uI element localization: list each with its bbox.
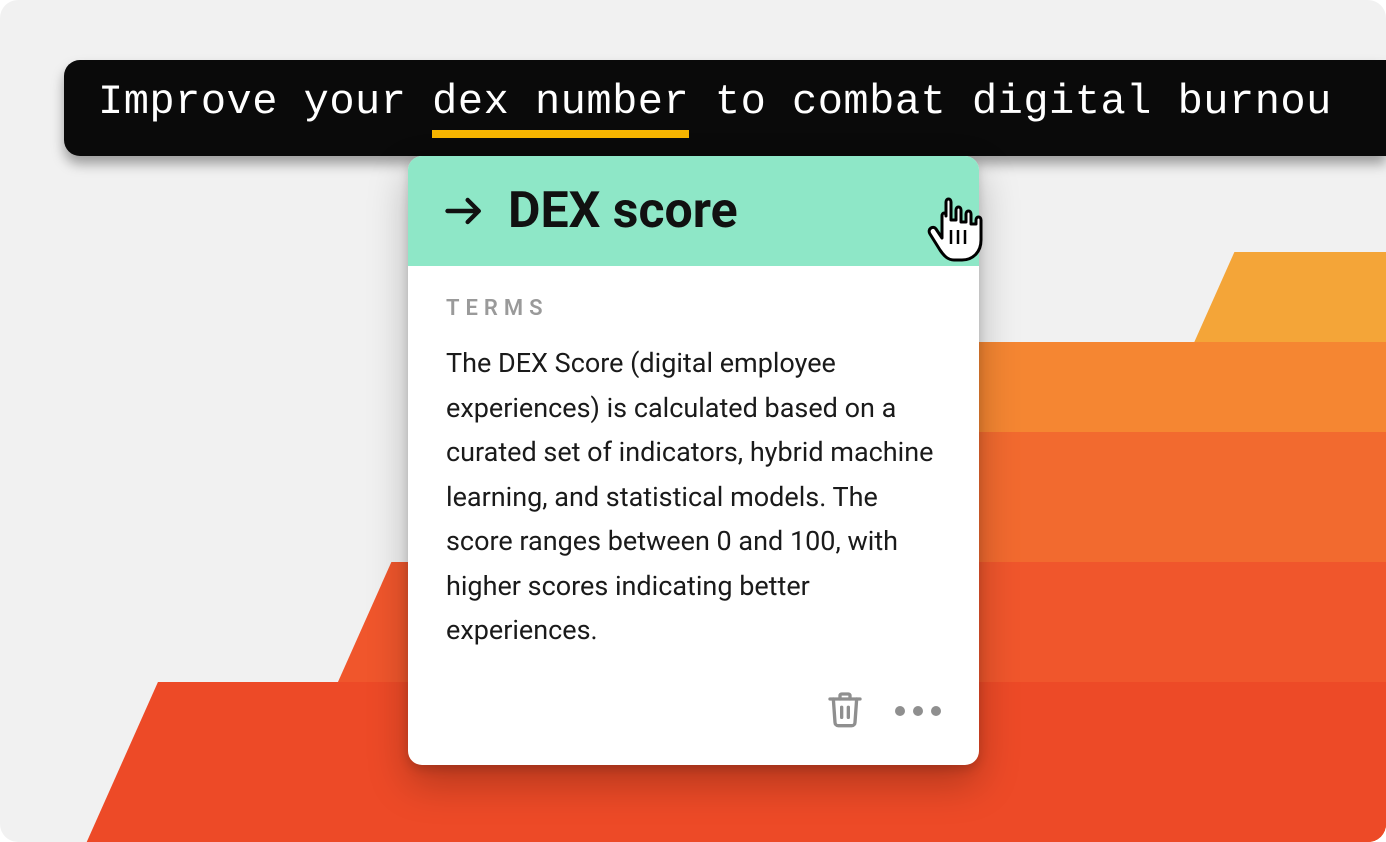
suggestion-card-footer [408, 663, 979, 765]
more-options-button[interactable] [895, 706, 941, 716]
suggestion-description: The DEX Score (digital employee experien… [446, 341, 941, 653]
sentence-suffix: to combat digital burnou [689, 78, 1332, 126]
delete-button[interactable] [825, 687, 865, 735]
sentence: Improve your dex number to combat digita… [98, 78, 1332, 138]
section-label-terms: TERMS [446, 296, 941, 321]
suggestion-card-body: TERMS The DEX Score (digital employee ex… [408, 266, 979, 663]
sentence-prefix: Improve your [98, 78, 432, 126]
trash-icon [825, 687, 865, 735]
highlighted-phrase[interactable]: dex number [432, 80, 689, 138]
suggestion-card: DEX score TERMS The DEX Score (digital e… [408, 156, 979, 765]
ellipsis-icon [895, 706, 941, 716]
editor-text-line[interactable]: Improve your dex number to combat digita… [64, 60, 1386, 156]
suggestion-title: DEX score [508, 182, 738, 240]
arrow-right-icon [442, 189, 486, 233]
suggestion-card-header[interactable]: DEX score [408, 156, 979, 266]
canvas: Improve your dex number to combat digita… [0, 0, 1386, 842]
